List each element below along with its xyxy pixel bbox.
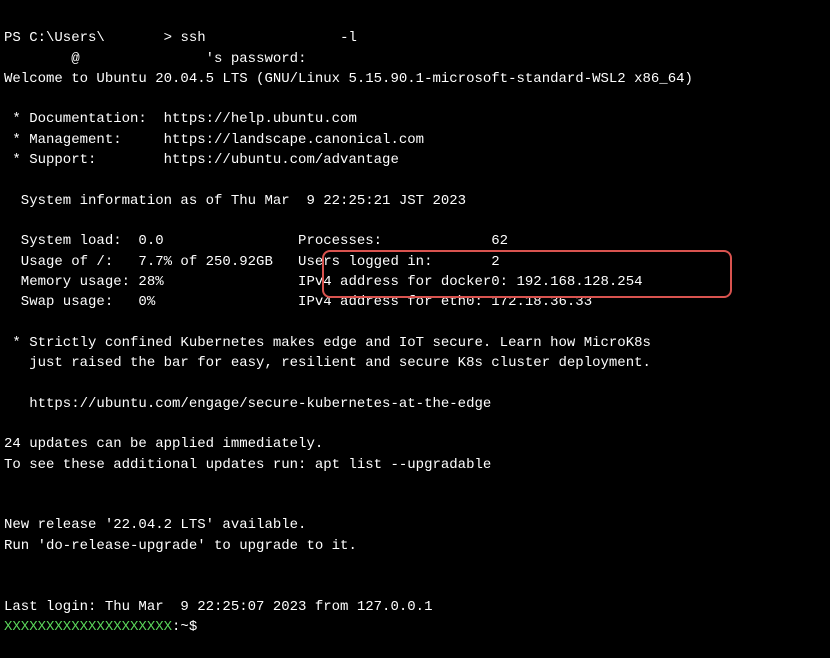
redacted-user: XXXXXXX (105, 28, 164, 48)
last-login-line: Last login: Thu Mar 9 22:25:07 2023 from… (4, 599, 432, 615)
redacted-user2: XXXXXXXX (4, 49, 71, 69)
welcome-line: Welcome to Ubuntu 20.04.5 LTS (GNU/Linux… (4, 71, 693, 87)
mgmt-link: * Management: https://landscape.canonica… (4, 132, 424, 148)
redacted-host2: XXXXXXXXXXXXXXX (80, 49, 206, 69)
stat-row-2: Usage of /: 7.7% of 250.92GB Users logge… (4, 254, 500, 270)
ps-prompt-line: PS C:\Users\XXXXXXX> ssh XXXXXXXXXXXXXX … (4, 30, 424, 46)
terminal-output[interactable]: PS C:\Users\XXXXXXX> ssh XXXXXXXXXXXXXX … (4, 8, 826, 658)
redacted-login: XXXXXXX (365, 28, 424, 48)
kube-link: https://ubuntu.com/engage/secure-kuberne… (4, 396, 491, 412)
release-line-1: New release '22.04.2 LTS' available. (4, 517, 306, 533)
stat-row-1: System load: 0.0 Processes: 62 (4, 233, 508, 249)
updates-line-1: 24 updates can be applied immediately. (4, 436, 323, 452)
doc-link: * Documentation: https://help.ubuntu.com (4, 111, 357, 127)
stat-row-3: Memory usage: 28% IPv4 address for docke… (4, 274, 643, 290)
redacted-host: XXXXXXXXXXXXXX (214, 28, 332, 48)
sysinfo-header: System information as of Thu Mar 9 22:25… (4, 193, 466, 209)
redacted-prompt-user: XXXXXXXXXXXXXXXXXXXX (4, 617, 172, 637)
stat-row-4: Swap usage: 0% IPv4 address for eth0: 17… (4, 294, 592, 310)
kube-line-1: * Strictly confined Kubernetes makes edg… (4, 335, 651, 351)
support-link: * Support: https://ubuntu.com/advantage (4, 152, 399, 168)
kube-line-2: just raised the bar for easy, resilient … (4, 355, 651, 371)
shell-prompt[interactable]: XXXXXXXXXXXXXXXXXXXX:~$ (4, 619, 197, 635)
release-line-2: Run 'do-release-upgrade' to upgrade to i… (4, 538, 357, 554)
password-prompt-line: XXXXXXXX@XXXXXXXXXXXXXXX's password: (4, 51, 306, 67)
updates-line-2: To see these additional updates run: apt… (4, 457, 491, 473)
